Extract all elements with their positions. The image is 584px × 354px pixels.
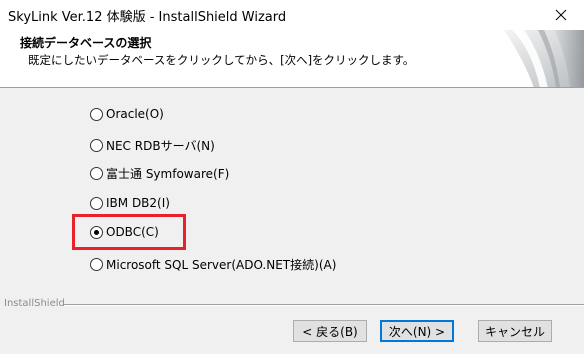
option-label: NEC RDBサーバ(N) <box>106 138 215 153</box>
radio-button[interactable] <box>90 196 103 210</box>
option-nec-rdb[interactable]: NEC RDBサーバ(N) <box>90 136 215 154</box>
option-ibm-db2[interactable]: IBM DB2(I) <box>90 194 170 212</box>
option-label: Oracle(O) <box>106 107 164 121</box>
header-title: 接続データベースの選択 <box>20 36 152 50</box>
cancel-button[interactable]: キャンセル <box>478 320 552 342</box>
radio-button[interactable] <box>90 107 103 121</box>
highlight-annotation <box>72 214 186 250</box>
footer-separator <box>64 304 584 306</box>
header-subtitle: 既定にしたいデータベースをクリックしてから、[次へ]をクリックします。 <box>28 53 415 67</box>
close-button[interactable] <box>538 0 584 30</box>
option-label: IBM DB2(I) <box>106 196 170 210</box>
option-sql-server[interactable]: Microsoft SQL Server(ADO.NET接続)(A) <box>90 255 336 273</box>
option-label: Microsoft SQL Server(ADO.NET接続)(A) <box>106 257 337 272</box>
back-button[interactable]: < 戻る(B) <box>293 320 367 342</box>
radio-button[interactable] <box>90 257 103 271</box>
installshield-brand: InstallShield <box>4 298 65 309</box>
radio-button[interactable] <box>90 138 103 152</box>
installshield-graphic-icon <box>504 30 584 87</box>
close-icon <box>555 9 567 21</box>
window-title: SkyLink Ver.12 体験版 - InstallShield Wizar… <box>8 10 287 25</box>
title-bar: SkyLink Ver.12 体験版 - InstallShield Wizar… <box>0 0 584 30</box>
next-button[interactable]: 次へ(N) > <box>380 320 454 342</box>
option-fujitsu-symfoware[interactable]: 富士通 Symfoware(F) <box>90 164 229 182</box>
radio-button[interactable] <box>90 166 103 180</box>
wizard-header: 接続データベースの選択 既定にしたいデータベースをクリックしてから、[次へ]をク… <box>0 30 584 88</box>
option-oracle[interactable]: Oracle(O) <box>90 105 164 123</box>
option-label: 富士通 Symfoware(F) <box>106 166 230 181</box>
